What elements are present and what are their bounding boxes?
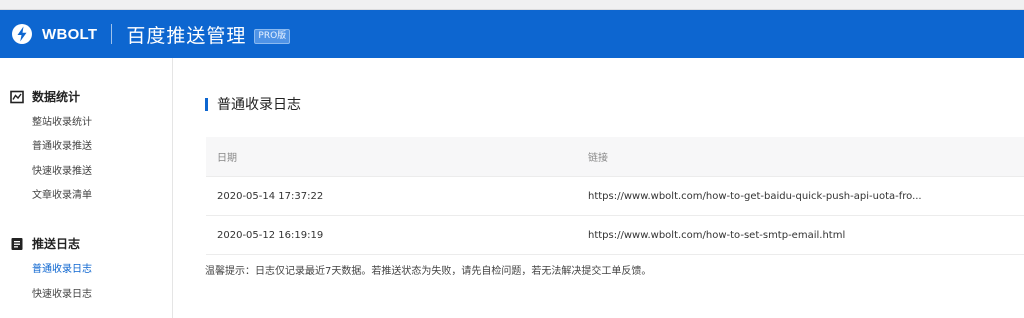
sidebar-group-label: 数据统计: [32, 90, 81, 104]
tip-notice: 温馨提示：日志仅记录最近7天数据。若推送状态为失败，请先自检问题，若无法解决提交…: [205, 266, 652, 277]
column-header-link: 链接: [588, 153, 608, 164]
bolt-icon: [12, 24, 32, 44]
table-row: 2020-05-12 16:19:19 https://www.wbolt.co…: [206, 216, 1024, 255]
pro-badge: PRO版: [254, 28, 291, 44]
document-icon: [11, 237, 23, 250]
sidebar-group-stats: 数据统计: [10, 88, 80, 105]
chart-icon: [10, 90, 24, 103]
section-title-text: 普通收录日志: [217, 97, 301, 113]
table-header-row: 日期 链接: [206, 137, 1024, 177]
row-date: 2020-05-12 16:19:19: [217, 229, 324, 241]
sidebar-item-normal-log[interactable]: 普通收录日志: [32, 260, 92, 275]
row-link[interactable]: https://www.wbolt.com/how-to-get-baidu-q…: [588, 191, 922, 202]
sidebar-group-push-logs: 推送日志: [10, 235, 80, 252]
table-row: 2020-05-14 17:37:22 https://www.wbolt.co…: [206, 177, 1024, 216]
sidebar: 数据统计 整站收录统计 普通收录推送 快速收录推送 文章收录清单 推送日志 普通…: [0, 58, 173, 318]
product-title: 百度推送管理: [126, 24, 247, 47]
row-link[interactable]: https://www.wbolt.com/how-to-set-smtp-em…: [588, 230, 845, 241]
browser-top-strip: [0, 0, 1024, 10]
section-title: 普通收录日志: [205, 94, 301, 114]
sidebar-item-quick-log[interactable]: 快速收录日志: [32, 285, 92, 300]
main-content: 普通收录日志 日期 链接 2020-05-14 17:37:22 https:/…: [173, 58, 1024, 318]
brand-name[interactable]: WBOLT: [42, 26, 97, 43]
column-header-date: 日期: [217, 153, 237, 164]
sidebar-item-site-index-stats[interactable]: 整站收录统计: [32, 113, 92, 128]
row-date: 2020-05-14 17:37:22: [217, 190, 324, 202]
sidebar-item-article-list[interactable]: 文章收录清单: [32, 186, 92, 201]
sidebar-group-label: 推送日志: [32, 237, 81, 251]
app-header: WBOLT 百度推送管理 PRO版: [0, 10, 1024, 58]
log-table: 日期 链接 2020-05-14 17:37:22 https://www.wb…: [206, 137, 1024, 255]
sidebar-item-quick-push[interactable]: 快速收录推送: [32, 162, 92, 177]
section-title-accent: [205, 97, 208, 111]
header-divider: [111, 24, 113, 44]
sidebar-item-normal-push[interactable]: 普通收录推送: [32, 137, 92, 152]
